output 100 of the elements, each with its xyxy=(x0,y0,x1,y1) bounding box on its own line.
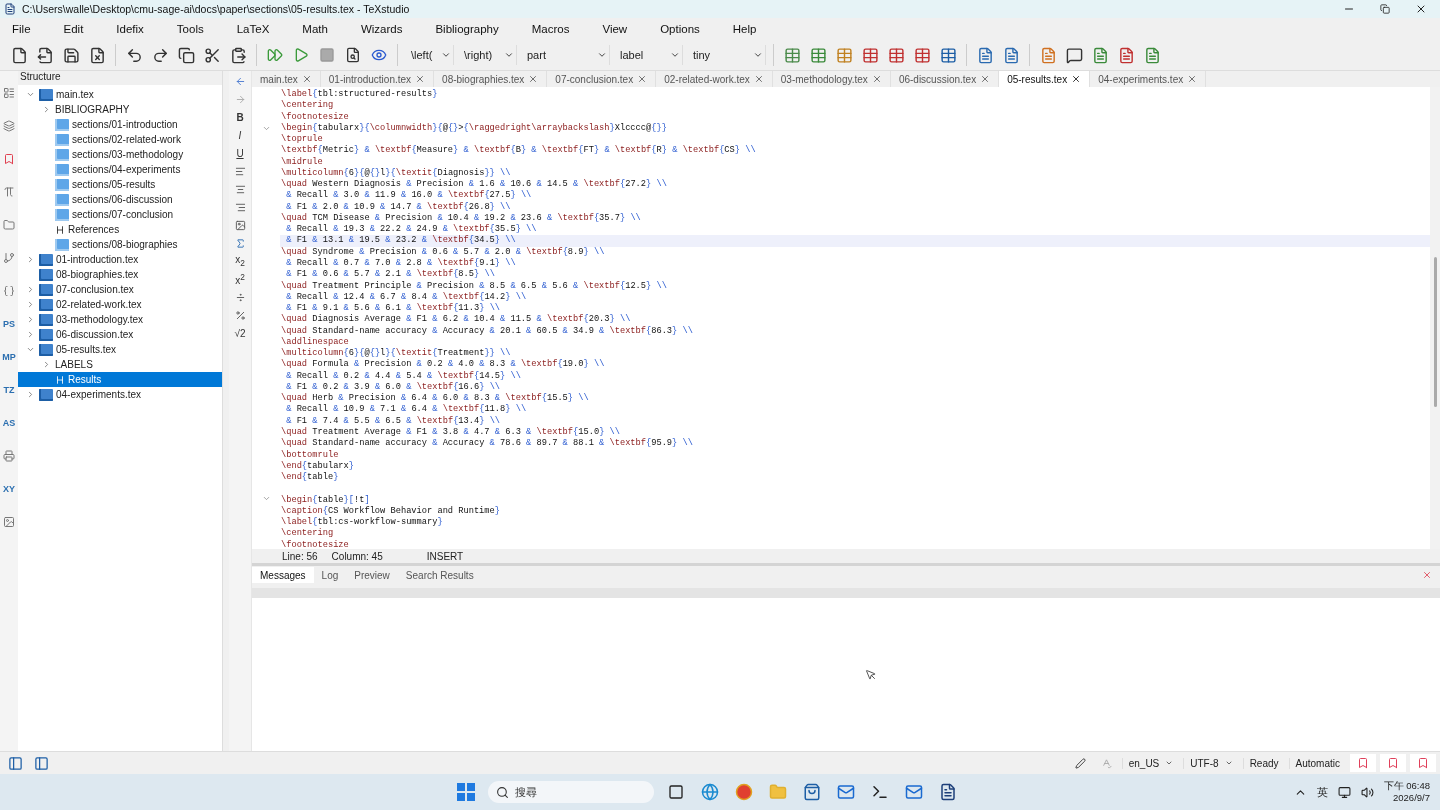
toolbar-dropdown[interactable]: label xyxy=(614,45,683,65)
column-number: Column: 45 xyxy=(331,550,383,562)
menu-item[interactable]: Edit xyxy=(55,23,95,35)
side-tab[interactable]: XY xyxy=(1,475,17,502)
code-line: & Recall & 19.3 & 22.2 & 24.9 & \textbf{35.5} \\ xyxy=(285,224,538,235)
bookmark-icon[interactable] xyxy=(1410,754,1436,772)
format-button[interactable]: I xyxy=(231,127,249,143)
heading-icon xyxy=(55,224,65,235)
side-tab[interactable]: MP xyxy=(1,343,17,370)
code-line: \quad Syndrome & Precision & 0.6 & 5.7 & 2.0 & \textbf{8.9} \\ xyxy=(280,246,606,258)
bookmark-icon[interactable] xyxy=(1380,754,1406,772)
menu-item[interactable]: Macros xyxy=(523,23,581,35)
tree-item[interactable]: 01-introduction.tex xyxy=(18,252,222,267)
document-icon xyxy=(55,178,69,191)
toolbar-dropdown[interactable]: part xyxy=(521,45,610,65)
tree-item[interactable]: sections/04-experiments xyxy=(18,162,222,177)
close-icon[interactable] xyxy=(1415,3,1427,15)
tree-item[interactable]: 08-biographies.tex xyxy=(18,267,222,282)
compile-mode: Automatic xyxy=(1288,757,1346,769)
editor-tab[interactable]: 05-results.tex xyxy=(999,71,1091,87)
code-line: \caption{CS Workflow Behavior and Runtime} xyxy=(280,505,501,517)
tree-item[interactable]: sections/08-biographies xyxy=(18,237,222,252)
language-selector[interactable]: en_US xyxy=(1121,757,1180,769)
tree-item[interactable]: Results xyxy=(18,372,222,387)
side-tab[interactable]: AS xyxy=(1,409,17,436)
document-icon xyxy=(55,148,69,161)
message-tab[interactable]: Search Results xyxy=(397,567,482,583)
scrollbar-thumb[interactable] xyxy=(1433,257,1437,407)
menu-item[interactable]: Help xyxy=(724,23,768,35)
code-line: \toprule xyxy=(280,134,324,145)
toolbar-dropdown[interactable]: tiny xyxy=(687,45,766,65)
tree-item[interactable]: 04-experiments.tex xyxy=(18,387,222,402)
tree-item[interactable]: 07-conclusion.tex xyxy=(18,282,222,297)
volume-icon[interactable] xyxy=(1360,785,1374,799)
menu-item[interactable]: Idefix xyxy=(108,23,155,35)
menu-item[interactable]: File xyxy=(4,23,42,35)
tree-item[interactable]: LABELS xyxy=(18,357,222,372)
tree-item[interactable]: sections/03-methodology xyxy=(18,147,222,162)
restore-icon[interactable] xyxy=(1380,4,1390,14)
close-tab-icon[interactable] xyxy=(1071,74,1082,84)
app-icon xyxy=(4,3,16,15)
menu-item[interactable]: Bibliography xyxy=(427,23,510,35)
clock[interactable]: 下午 06:48 2026/9/7 xyxy=(1383,780,1430,804)
tree-item[interactable]: sections/06-discussion xyxy=(18,192,222,207)
side-tab[interactable]: TZ xyxy=(1,376,17,403)
code-line: \end{tabularx} xyxy=(280,460,355,472)
tree-item[interactable]: 03-methodology.tex xyxy=(18,312,222,327)
document-icon xyxy=(55,133,69,146)
document-icon xyxy=(39,313,53,326)
tree-item[interactable]: BIBLIOGRAPHY xyxy=(18,102,222,117)
menu-item[interactable]: Options xyxy=(652,23,711,35)
tree-item[interactable]: main.tex xyxy=(18,87,222,102)
tree-item[interactable]: References xyxy=(18,222,222,237)
code-line: \label{tbl:structured-results} xyxy=(280,89,439,100)
toolbar-dropdown[interactable]: \right) xyxy=(458,45,517,65)
format-button[interactable]: √2 xyxy=(231,325,249,341)
bookmark-icon[interactable] xyxy=(1350,754,1376,772)
panel-title: Structure xyxy=(18,71,222,85)
code-line: \end{table} xyxy=(280,472,340,484)
message-tab[interactable]: Messages xyxy=(252,567,314,583)
tree-item[interactable]: sections/07-conclusion xyxy=(18,207,222,222)
side-tab[interactable]: PS xyxy=(1,310,17,337)
menu-item[interactable]: Tools xyxy=(168,23,215,35)
code-line: \footnotesize xyxy=(280,539,350,551)
network-icon[interactable] xyxy=(1337,785,1351,799)
tree-item[interactable]: 06-discussion.tex xyxy=(18,327,222,342)
code-line: & F1 & 2.0 & 10.9 & 14.7 & \textbf{26.8} \\ xyxy=(285,201,512,213)
code-line: \quad Diagnosis Average & F1 & 6.2 & 10.4 & 11.5 & \textbf{20.3} \\ xyxy=(280,314,632,326)
tree-item[interactable]: sections/05-results xyxy=(18,177,222,192)
window-title: C:\Users\walle\Desktop\cmu-sage-ai\docs\paper\sections\05-results.tex - TeXstudio xyxy=(22,3,411,15)
menu-item[interactable]: Wizards xyxy=(352,23,414,35)
tree-item[interactable]: 05-results.tex xyxy=(18,342,222,357)
document-icon xyxy=(39,328,53,341)
format-button[interactable]: x$_{2}$ xyxy=(231,253,249,269)
format-button[interactable]: U xyxy=(231,145,249,161)
menu-item[interactable]: LaTeX xyxy=(228,23,281,35)
input-method[interactable]: 英 xyxy=(1316,784,1328,800)
status-text: Ready xyxy=(1242,757,1285,769)
code-line: \label{tbl:cs-workflow-summary} xyxy=(280,517,444,528)
menu-item[interactable]: Math xyxy=(294,23,339,35)
close-panel-icon[interactable] xyxy=(1422,570,1432,580)
document-icon xyxy=(39,253,53,266)
fold-marker-icon[interactable] xyxy=(261,494,271,503)
tree-item[interactable]: sections/01-introduction xyxy=(18,117,222,132)
toolbar-dropdown[interactable]: \left( xyxy=(405,45,454,65)
tree-item[interactable]: sections/02-related-work xyxy=(18,132,222,147)
format-button[interactable]: x$^{2}$ xyxy=(231,271,249,287)
document-icon xyxy=(55,163,69,176)
menu-item[interactable]: View xyxy=(594,23,639,35)
code-line: & Recall & 10.9 & 7.1 & 6.4 & \textbf{11.8} \\ xyxy=(285,404,528,416)
tree-item[interactable]: 02-related-work.tex xyxy=(18,297,222,312)
message-tab[interactable]: Preview xyxy=(346,567,398,583)
code-line: & F1 & 9.1 & 5.6 & 6.1 & \textbf{11.3} \\ xyxy=(285,303,502,314)
encoding-selector[interactable]: UTF-8 xyxy=(1183,757,1239,769)
document-icon xyxy=(39,283,53,296)
search-field[interactable]: 搜尋 xyxy=(487,781,654,803)
code-line: \footnotesize xyxy=(280,111,350,123)
heading-icon xyxy=(55,374,65,385)
format-button[interactable]: B xyxy=(231,109,249,125)
message-tab[interactable]: Log xyxy=(313,567,347,583)
